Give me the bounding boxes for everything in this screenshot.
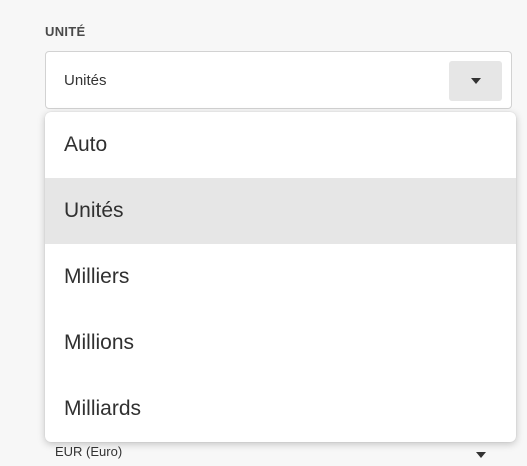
unit-section-label: UNITÉ [45, 24, 86, 39]
unit-dropdown-menu: Auto Unités Milliers Millions Milliards [45, 112, 516, 442]
unit-select-toggle-button[interactable] [449, 61, 502, 101]
chevron-down-icon [476, 452, 486, 458]
unit-option-milliards[interactable]: Milliards [45, 376, 516, 442]
unit-select-value: Unités [64, 72, 107, 89]
currency-select[interactable]: EUR (Euro) [45, 442, 512, 466]
chevron-down-icon [470, 78, 481, 84]
unit-option-auto[interactable]: Auto [45, 112, 516, 178]
unit-option-unites[interactable]: Unités [45, 178, 516, 244]
currency-select-value: EUR (Euro) [55, 444, 123, 459]
unit-select[interactable]: Unités [45, 51, 512, 109]
unit-option-milliers[interactable]: Milliers [45, 244, 516, 310]
unit-option-millions[interactable]: Millions [45, 310, 516, 376]
